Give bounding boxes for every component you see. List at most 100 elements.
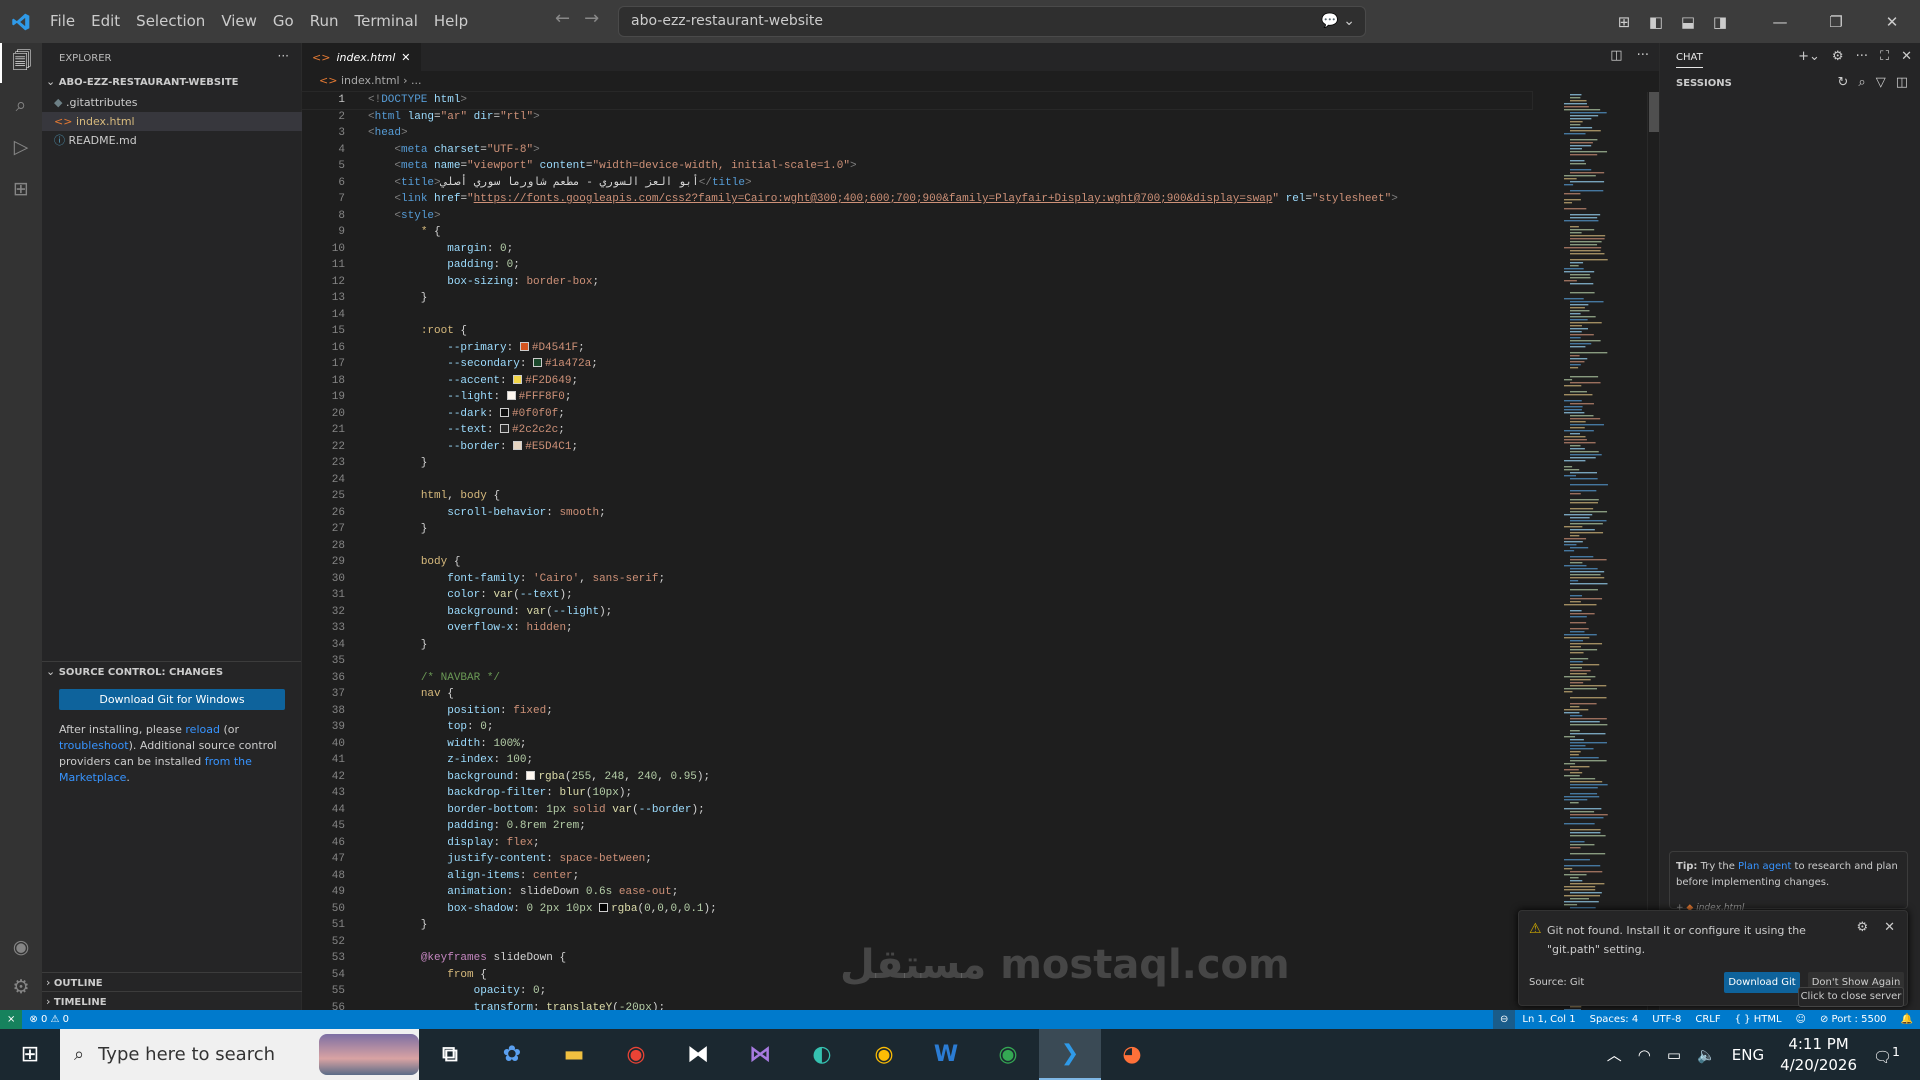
plan-agent-link[interactable]: Plan agent xyxy=(1738,861,1791,872)
close-panel-icon[interactable]: ✕ xyxy=(1901,49,1912,64)
color-swatch[interactable] xyxy=(533,358,543,367)
code-line[interactable]: 14 xyxy=(302,307,1532,324)
scrollbar-thumb[interactable] xyxy=(1649,92,1659,132)
code-line[interactable]: 51 } xyxy=(302,917,1532,934)
back-arrow-icon[interactable]: ← xyxy=(555,8,570,29)
color-swatch[interactable] xyxy=(519,341,529,351)
code-line[interactable]: 21 --text: #2c2c2c; xyxy=(302,422,1532,439)
breadcrumb-symbol[interactable]: ... xyxy=(411,74,422,87)
code-line[interactable]: 1 <!DOCTYPE html> xyxy=(301,91,1533,110)
code-line[interactable]: 5 <meta name="viewport" content="width=d… xyxy=(302,158,1532,175)
copilot-icon[interactable]: ☺ xyxy=(1789,1014,1813,1025)
zoom-out-icon[interactable]: ⊖ xyxy=(1492,1010,1516,1029)
edge-icon[interactable]: ◐ xyxy=(791,1029,853,1080)
code-line[interactable]: 35 xyxy=(302,653,1532,670)
menu-file[interactable]: File xyxy=(42,0,83,43)
code-line[interactable]: 2 <html lang="ar" dir="rtl"> xyxy=(302,109,1532,126)
account-icon[interactable]: ◉ xyxy=(0,927,42,967)
notifications-bell-icon[interactable]: 🔔 xyxy=(1894,1014,1920,1025)
manage-gear-icon[interactable]: ⚙ xyxy=(0,967,42,1007)
menu-run[interactable]: Run xyxy=(302,0,347,43)
code-line[interactable]: 31 color: var(--text); xyxy=(302,587,1532,604)
windows-start-icon[interactable]: ⊞ xyxy=(0,1042,60,1067)
outline-header[interactable]: › OUTLINE xyxy=(42,972,302,991)
code-editor[interactable]: 1 <!DOCTYPE html> 2 <html lang="ar" dir="rt… xyxy=(301,91,1533,1016)
menu-terminal[interactable]: Terminal xyxy=(347,0,426,43)
toggle-secondary-sidebar-icon[interactable]: ◨ xyxy=(1704,13,1736,31)
tab-chat[interactable]: CHAT xyxy=(1676,52,1703,68)
folder-header[interactable]: ⌄ ABO-EZZ-RESTAURANT-WEBSITE xyxy=(42,72,302,91)
settings-gear-icon[interactable]: ⚙ xyxy=(1856,920,1868,935)
maximize-icon[interactable]: ⛶ xyxy=(1880,49,1889,64)
code-line[interactable]: 25 html, body { xyxy=(302,488,1532,505)
restore-button[interactable]: ❐ xyxy=(1808,13,1864,31)
encoding[interactable]: UTF-8 xyxy=(1645,1014,1688,1025)
capcut-icon[interactable]: ⧓ xyxy=(667,1029,729,1080)
code-line[interactable]: 11 padding: 0; xyxy=(302,257,1532,274)
code-line[interactable]: 34 } xyxy=(302,637,1532,654)
code-line[interactable]: 43 backdrop-filter: blur(10px); xyxy=(302,785,1532,802)
copilot-app-icon[interactable]: ✿ xyxy=(481,1029,543,1080)
refresh-icon[interactable]: ↻ xyxy=(1838,75,1849,90)
menu-help[interactable]: Help xyxy=(426,0,476,43)
color-swatch[interactable] xyxy=(513,374,523,384)
explorer-icon[interactable]: 🗐 xyxy=(0,43,42,83)
close-window-button[interactable]: ✕ xyxy=(1864,13,1920,31)
code-line[interactable]: 44 border-bottom: 1px solid var(--border… xyxy=(302,802,1532,819)
chrome-profile-icon[interactable]: ◉ xyxy=(853,1029,915,1080)
timeline-header[interactable]: › TIMELINE xyxy=(42,991,302,1010)
visual-studio-icon[interactable]: ⋈ xyxy=(729,1029,791,1080)
more-actions-icon[interactable]: ··· xyxy=(1856,49,1868,64)
chrome-profile-2-icon[interactable]: ◉ xyxy=(977,1029,1039,1080)
file-item-readme[interactable]: ⓘ README.md xyxy=(42,131,302,150)
download-git-button[interactable]: Download Git xyxy=(1724,972,1800,993)
chat-toggle-icon[interactable]: 💬 ⌄ xyxy=(1321,7,1355,36)
code-line[interactable]: 4 <meta charset="UTF-8"> xyxy=(302,142,1532,159)
code-line[interactable]: 6 <title>أبو العز السوري - مطعم شاورما س… xyxy=(302,175,1532,192)
code-line[interactable]: 9 * { xyxy=(302,224,1532,241)
code-line[interactable]: 29 body { xyxy=(302,554,1532,571)
download-git-button[interactable]: Download Git for Windows xyxy=(59,689,285,710)
cursor-position[interactable]: Ln 1, Col 1 xyxy=(1515,1014,1582,1025)
more-actions-icon[interactable]: ··· xyxy=(1637,48,1649,63)
code-line[interactable]: 45 padding: 0.8rem 2rem; xyxy=(302,818,1532,835)
clock[interactable]: 4:11 PM 4/20/2026 xyxy=(1780,1034,1857,1076)
tab-index-html[interactable]: <> index.html ✕ xyxy=(302,43,421,71)
source-control-header[interactable]: ⌄ SOURCE CONTROL: CHANGES xyxy=(42,661,302,683)
code-line[interactable]: 23 } xyxy=(302,455,1532,472)
code-line[interactable]: 37 nav { xyxy=(302,686,1532,703)
toggle-panel-icon[interactable]: ⬓ xyxy=(1672,13,1704,31)
color-swatch[interactable] xyxy=(500,407,510,417)
settings-gear-icon[interactable]: ⚙ xyxy=(1832,49,1844,64)
action-center-icon[interactable]: 🗨1 xyxy=(1873,1044,1900,1066)
code-line[interactable]: 10 margin: 0; xyxy=(302,241,1532,258)
code-line[interactable]: 19 --light: #FFF8F0; xyxy=(302,389,1532,406)
code-line[interactable]: 26 scroll-behavior: smooth; xyxy=(302,505,1532,522)
remote-icon[interactable]: ⨯ xyxy=(0,1010,23,1029)
code-line[interactable]: 8 <style> xyxy=(302,208,1532,225)
extensions-icon[interactable]: ⊞ xyxy=(0,169,42,209)
split-editor-icon[interactable]: ◫ xyxy=(1610,48,1622,63)
code-line[interactable]: 16 --primary: #D4541F; xyxy=(302,340,1532,357)
code-line[interactable]: 42 background: rgba(255, 248, 240, 0.95)… xyxy=(302,769,1532,786)
firefox-icon[interactable]: ◕ xyxy=(1101,1029,1163,1080)
color-swatch[interactable] xyxy=(526,770,536,780)
code-line[interactable]: 28 xyxy=(302,538,1532,555)
code-line[interactable]: 3 <head> xyxy=(302,125,1532,142)
code-line[interactable]: 40 width: 100%; xyxy=(302,736,1532,753)
customize-layout-icon[interactable]: ⊞ xyxy=(1608,13,1640,31)
code-line[interactable]: 17 --secondary: #1a472a; xyxy=(302,356,1532,373)
line-ending[interactable]: CRLF xyxy=(1688,1014,1727,1025)
command-center[interactable]: abo-ezz-restaurant-website 💬 ⌄ xyxy=(618,6,1366,37)
code-line[interactable]: 27 } xyxy=(302,521,1532,538)
split-view-icon[interactable]: ◫ xyxy=(1896,75,1908,90)
close-tab-icon[interactable]: ✕ xyxy=(401,51,410,64)
code-line[interactable]: 18 --accent: #F2D649; xyxy=(302,373,1532,390)
chrome-icon[interactable]: ◉ xyxy=(605,1029,667,1080)
code-line[interactable]: 13 } xyxy=(302,290,1532,307)
reload-link[interactable]: reload xyxy=(185,723,220,736)
code-line[interactable]: 49 animation: slideDown 0.6s ease-out; xyxy=(302,884,1532,901)
color-swatch[interactable] xyxy=(500,424,510,433)
battery-icon[interactable]: ▭ xyxy=(1667,1046,1681,1064)
code-line[interactable]: 46 display: flex; xyxy=(302,835,1532,852)
